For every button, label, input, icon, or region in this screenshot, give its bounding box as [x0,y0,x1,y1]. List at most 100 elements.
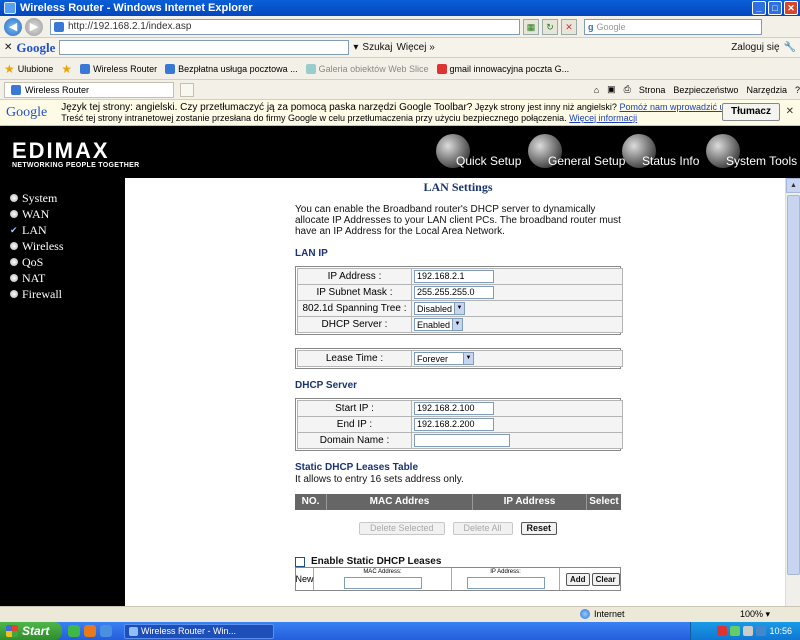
nav-quick-setup[interactable]: Quick Setup [436,134,521,174]
sidebar-item-firewall[interactable]: Firewall [0,286,125,302]
sidebar-item-system[interactable]: System [0,190,125,206]
table-row: 802.1d Spanning Tree : Disabled ▼ [297,300,623,317]
close-button[interactable]: ✕ [784,1,798,15]
task-wireless-router[interactable]: Wireless Router - Win... [124,623,274,639]
page-icon [165,63,176,74]
stop-icon[interactable]: ✕ [561,18,577,35]
forward-button[interactable]: ▶ [25,17,43,36]
url-input[interactable]: http://192.168.2.1/index.asp [50,18,520,35]
ip-column: IP Address: [452,568,560,590]
refresh-icon[interactable]: ↻ [542,18,558,35]
maximize-button[interactable]: □ [768,1,782,15]
page-icon [11,84,21,95]
compat-icon[interactable]: ▦ [523,18,539,35]
wrench-icon[interactable]: 🔧 [784,42,796,53]
delete-selected-button[interactable]: Delete Selected [358,522,445,535]
tab-row: Wireless Router ⌂ ▣ ⎙ Strona Bezpieczeńs… [0,80,800,100]
sidebar-item-lan[interactable]: ✔ LAN [0,222,125,238]
add-favorite-icon[interactable]: ★ [61,62,72,76]
translate-button[interactable]: Tłumacz [722,103,780,121]
clear-button[interactable]: Clear [591,572,620,586]
lan-settings-form: LAN Settings You can enable the Broadban… [295,178,623,591]
search-input[interactable]: g Google [584,18,762,35]
signin-button[interactable]: Zaloguj się [731,42,779,53]
reset-button[interactable]: Reset [520,522,558,535]
domain-name-input[interactable] [414,434,510,447]
sidebar-item-wan[interactable]: WAN [0,206,125,222]
nav-general-setup[interactable]: General Setup [528,134,625,174]
tray-volume-icon[interactable] [743,626,754,636]
router-header: EDIMAX NETWORKING PEOPLE TOGETHER Quick … [0,126,800,178]
spanning-tree-select[interactable]: Disabled ▼ [414,302,466,315]
ie-quick-icon[interactable] [100,625,112,637]
sidebar-item-nat[interactable]: NAT [0,270,125,286]
tray-language-icon[interactable] [756,626,767,636]
tab-wireless-router[interactable]: Wireless Router [4,81,174,98]
subnet-mask-input[interactable]: 255.255.255.0 [414,286,494,299]
mac-address-input[interactable] [343,577,422,589]
google-search-input[interactable] [59,40,350,55]
sidebar-item-qos[interactable]: QoS [0,254,125,270]
address-bar: ◀ ▶ http://192.168.2.1/index.asp ▦ ↻ ✕ g… [0,16,800,38]
new-label: New [296,568,314,590]
fav-item-web-slice[interactable]: Galeria obiektów Web Slice [305,63,429,74]
search-dropdown-icon[interactable]: ▾ [353,42,358,53]
ip-address-label: IP Address : [297,268,412,285]
tray-network-icon[interactable] [730,626,741,636]
ip-address-input[interactable]: 192.168.2.1 [414,270,494,283]
end-ip-input[interactable]: 192.168.2.200 [414,418,494,431]
tray-antivirus-icon[interactable] [717,626,728,636]
bullet-icon [10,258,18,266]
nav-system-tools[interactable]: System Tools [706,134,797,174]
print-icon[interactable]: ⎙ [624,84,631,95]
tools-menu[interactable]: Narzędzia [746,85,787,95]
google-search-icon: g [588,21,594,32]
start-button[interactable]: Start [0,622,62,640]
window-controls: _ □ ✕ [752,1,798,15]
new-ip-address-input[interactable] [466,577,545,589]
bullet-icon [10,290,18,298]
taskbar: Start Wireless Router - Win... 10:56 [0,622,800,640]
lease-time-select[interactable]: Forever ▼ [414,352,474,365]
table-row: Domain Name : [297,432,623,449]
enable-static-checkbox[interactable] [295,556,305,567]
feeds-icon[interactable]: ▣ [607,84,616,95]
delete-all-button[interactable]: Delete All [452,522,513,535]
add-button[interactable]: Add [566,572,590,586]
home-icon[interactable]: ⌂ [594,85,599,95]
translate-close-icon[interactable]: ✕ [786,106,794,117]
firefox-icon[interactable] [84,625,96,637]
back-button[interactable]: ◀ [4,17,22,36]
fav-item-wireless-router[interactable]: Wireless Router [80,63,157,74]
translate-more-link[interactable]: Więcej informacji [569,113,637,123]
sidebar-item-wireless[interactable]: Wireless [0,238,125,254]
toolbar-close-icon[interactable]: ✕ [4,42,12,53]
table-row: End IP : 192.168.2.200 [297,416,623,433]
clock: 10:56 [769,626,792,636]
dhcp-server-select[interactable]: Enabled ▼ [414,318,464,331]
scroll-up-icon[interactable]: ▲ [786,178,800,193]
start-ip-input[interactable]: 192.168.2.100 [414,402,494,415]
page-menu[interactable]: Strona [639,85,666,95]
help-icon[interactable]: ? [795,85,800,95]
chrome-icon[interactable] [68,625,80,637]
google-search-button[interactable]: Szukaj [362,42,392,53]
fav-item-gmail[interactable]: gmail innowacyjna poczta G... [436,63,569,74]
scroll-thumb[interactable] [787,195,800,575]
static-leases-header: NO. MAC Addres IP Address Select [295,494,621,510]
minimize-button[interactable]: _ [752,1,766,15]
translate-notice: Treść tej strony intranetowej zostanie p… [61,112,567,123]
nav-status-info[interactable]: Status Info [622,134,699,174]
new-tab-button[interactable] [180,82,194,97]
system-tray: 10:56 [690,622,800,640]
bullet-icon [10,194,18,202]
favorites-button[interactable]: ★ Ulubione [4,62,53,76]
window-title: Wireless Router - Windows Internet Explo… [20,2,253,14]
router-sidebar: System WAN ✔ LAN Wireless QoS NAT Firewa… [0,178,125,606]
vertical-scrollbar[interactable]: ▲ [785,178,800,606]
more-button[interactable]: Więcej » [396,42,434,53]
bullet-icon [10,274,18,282]
safety-menu[interactable]: Bezpieczeństwo [673,85,738,95]
zoom-control[interactable]: 100% ▾ [740,609,770,620]
fav-item-mail[interactable]: Bezpłatna usługa pocztowa ... [165,63,298,74]
